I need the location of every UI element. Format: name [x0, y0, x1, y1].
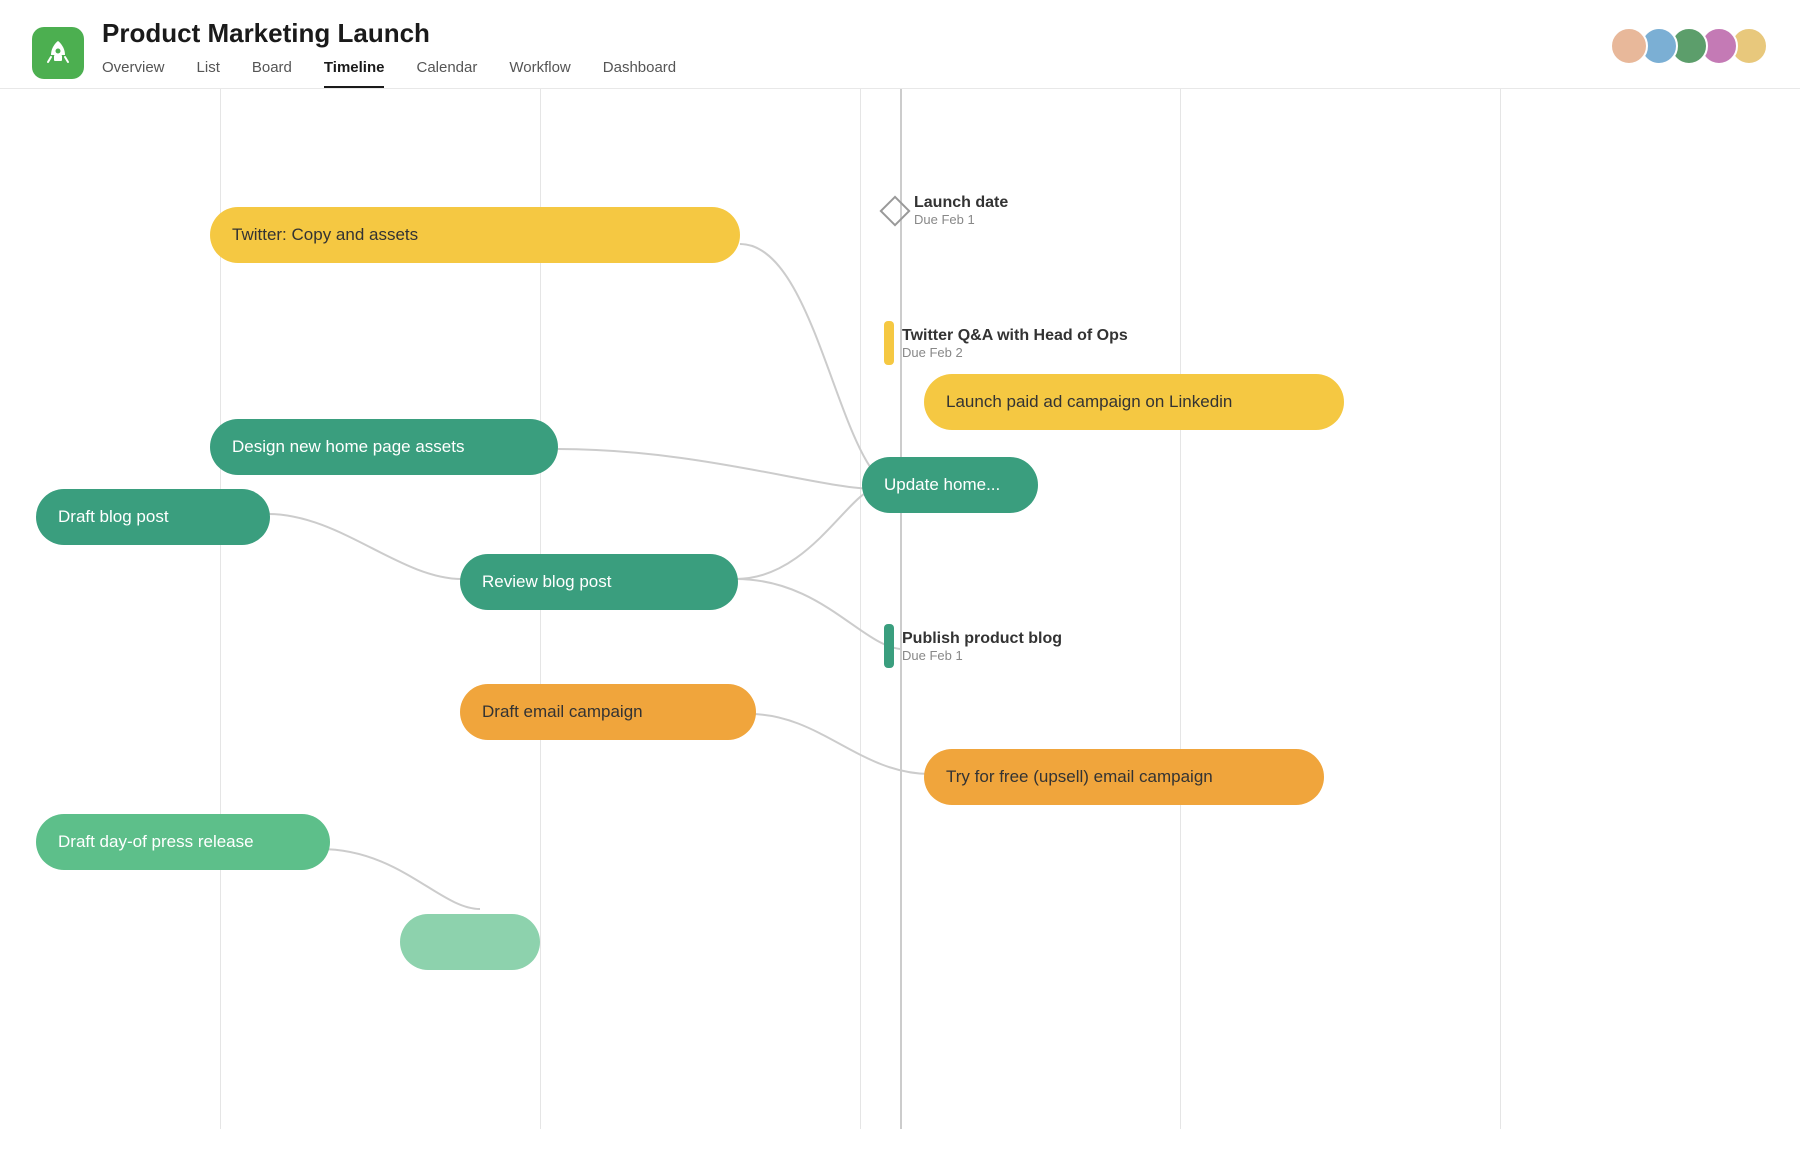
avatars	[1610, 27, 1768, 79]
gridline-5	[1500, 89, 1501, 1129]
task-bottom-partial[interactable]	[400, 914, 540, 970]
milestone-twitter-qa: Twitter Q&A with Head of Ops Due Feb 2	[884, 321, 1128, 365]
header: Product Marketing Launch Overview List B…	[0, 0, 1800, 89]
tab-board[interactable]: Board	[252, 59, 292, 88]
task-draft-blog[interactable]: Draft blog post	[36, 489, 270, 545]
twitter-qa-label: Twitter Q&A with Head of Ops	[902, 327, 1128, 345]
task-draft-email[interactable]: Draft email campaign	[460, 684, 756, 740]
tab-dashboard[interactable]: Dashboard	[603, 59, 676, 88]
gridline-3	[860, 89, 861, 1129]
nav-tabs: Overview List Board Timeline Calendar Wo…	[102, 59, 1610, 88]
task-try-free[interactable]: Try for free (upsell) email campaign	[924, 749, 1324, 805]
timeline: Twitter: Copy and assets Design new home…	[0, 89, 1800, 1129]
milestone-launch-date: Launch date Due Feb 1	[884, 194, 1008, 227]
today-line	[900, 89, 902, 1129]
tab-calendar[interactable]: Calendar	[416, 59, 477, 88]
task-launch-paid[interactable]: Launch paid ad campaign on Linkedin	[924, 374, 1344, 430]
task-design-home[interactable]: Design new home page assets	[210, 419, 558, 475]
publish-blog-label: Publish product blog	[902, 630, 1062, 648]
tab-timeline[interactable]: Timeline	[324, 59, 385, 88]
launch-date-sub: Due Feb 1	[914, 212, 1008, 227]
tab-workflow[interactable]: Workflow	[509, 59, 570, 88]
task-twitter-copy[interactable]: Twitter: Copy and assets	[210, 207, 740, 263]
twitter-qa-sub: Due Feb 2	[902, 345, 1128, 360]
task-update-home[interactable]: Update home...	[862, 457, 1038, 513]
milestone-publish-blog: Publish product blog Due Feb 1	[884, 624, 1062, 668]
task-draft-press[interactable]: Draft day-of press release	[36, 814, 330, 870]
tab-list[interactable]: List	[197, 59, 220, 88]
project-title: Product Marketing Launch	[102, 18, 1610, 49]
title-nav: Product Marketing Launch Overview List B…	[102, 18, 1610, 88]
tab-overview[interactable]: Overview	[102, 59, 165, 88]
task-review-blog[interactable]: Review blog post	[460, 554, 738, 610]
launch-date-label: Launch date	[914, 194, 1008, 212]
app-icon	[32, 27, 84, 79]
publish-blog-sub: Due Feb 1	[902, 648, 1062, 663]
gridline-4	[1180, 89, 1181, 1129]
avatar-1	[1610, 27, 1648, 65]
